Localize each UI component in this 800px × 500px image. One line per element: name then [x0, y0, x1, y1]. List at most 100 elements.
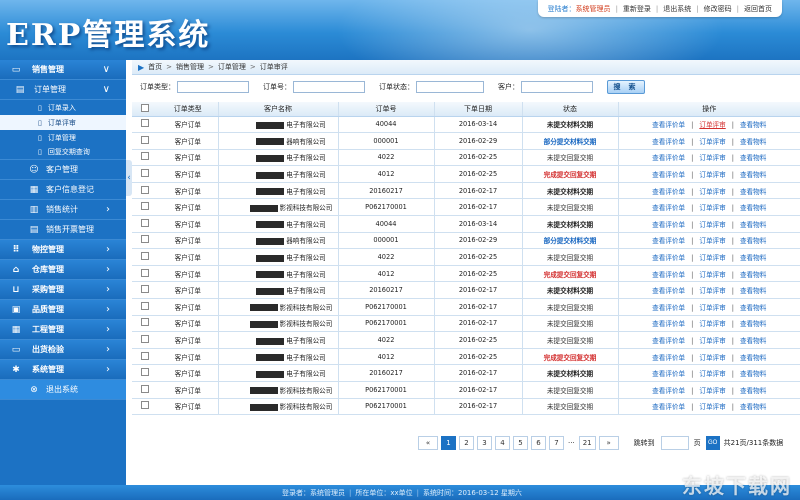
page-1-button[interactable]: 1: [441, 436, 456, 450]
row-checkbox[interactable]: [141, 384, 149, 393]
page-6-button[interactable]: 6: [531, 436, 546, 450]
sidebar-item-order-group[interactable]: ▤ 订单管理 ∨: [0, 80, 126, 100]
view-material-link[interactable]: 查看物料: [740, 154, 766, 162]
order-number-input[interactable]: [293, 81, 365, 93]
view-material-link[interactable]: 查看物料: [740, 403, 766, 411]
view-material-link[interactable]: 查看物料: [740, 254, 766, 262]
sidebar-item-engineering[interactable]: ▦ 工程管理 ›: [0, 320, 126, 340]
view-evaluation-link[interactable]: 查看评价单: [652, 221, 685, 229]
view-evaluation-link[interactable]: 查看评价单: [652, 121, 685, 129]
view-material-link[interactable]: 查看物料: [740, 271, 766, 279]
order-review-link[interactable]: 订单评审: [699, 287, 725, 295]
row-checkbox[interactable]: [141, 235, 149, 244]
select-all-checkbox[interactable]: [141, 103, 149, 112]
search-button[interactable]: 搜 索: [607, 80, 645, 94]
row-checkbox[interactable]: [141, 152, 149, 161]
sidebar-item-customer-register[interactable]: ▦ 客户信息登记: [0, 180, 126, 200]
order-type-input[interactable]: [177, 81, 249, 93]
view-material-link[interactable]: 查看物料: [740, 354, 766, 362]
breadcrumb-orders[interactable]: 订单管理: [218, 62, 246, 72]
view-evaluation-link[interactable]: 查看评价单: [652, 271, 685, 279]
view-material-link[interactable]: 查看物料: [740, 221, 766, 229]
view-material-link[interactable]: 查看物料: [740, 320, 766, 328]
view-evaluation-link[interactable]: 查看评价单: [652, 370, 685, 378]
order-review-link[interactable]: 订单评审: [699, 271, 725, 279]
view-material-link[interactable]: 查看物料: [740, 121, 766, 129]
view-evaluation-link[interactable]: 查看评价单: [652, 304, 685, 312]
view-material-link[interactable]: 查看物料: [740, 287, 766, 295]
order-review-link[interactable]: 订单评审: [699, 204, 725, 212]
sidebar-item-order-review[interactable]: ▯ 订单评审: [0, 115, 126, 130]
relogin-link[interactable]: 重新登录: [623, 4, 651, 14]
view-material-link[interactable]: 查看物料: [740, 337, 766, 345]
view-evaluation-link[interactable]: 查看评价单: [652, 204, 685, 212]
view-evaluation-link[interactable]: 查看评价单: [652, 337, 685, 345]
view-evaluation-link[interactable]: 查看评价单: [652, 254, 685, 262]
order-review-link[interactable]: 订单评审: [699, 354, 725, 362]
sidebar-item-purchase[interactable]: ⊔ 采购管理 ›: [0, 280, 126, 300]
view-evaluation-link[interactable]: 查看评价单: [652, 320, 685, 328]
row-checkbox[interactable]: [141, 335, 149, 344]
view-evaluation-link[interactable]: 查看评价单: [652, 138, 685, 146]
order-review-link[interactable]: 订单评审: [699, 154, 725, 162]
page-7-button[interactable]: 7: [549, 436, 564, 450]
breadcrumb-sales[interactable]: 销售管理: [176, 62, 204, 72]
sidebar-item-warehouse[interactable]: ⌂ 仓库管理 ›: [0, 260, 126, 280]
row-checkbox[interactable]: [141, 301, 149, 310]
order-review-link[interactable]: 订单评审: [699, 171, 725, 179]
row-checkbox[interactable]: [141, 218, 149, 227]
prev-page-button[interactable]: «: [418, 436, 438, 450]
home-link[interactable]: 返回首页: [744, 4, 772, 14]
view-material-link[interactable]: 查看物料: [740, 204, 766, 212]
go-button[interactable]: GO: [705, 436, 720, 450]
view-material-link[interactable]: 查看物料: [740, 304, 766, 312]
order-review-link[interactable]: 订单评审: [699, 320, 725, 328]
view-material-link[interactable]: 查看物料: [740, 370, 766, 378]
jump-page-input[interactable]: [660, 436, 689, 450]
order-review-link[interactable]: 订单评审: [699, 121, 725, 129]
page-last-button[interactable]: 21: [578, 436, 596, 450]
view-material-link[interactable]: 查看物料: [740, 237, 766, 245]
page-3-button[interactable]: 3: [477, 436, 492, 450]
view-evaluation-link[interactable]: 查看评价单: [652, 171, 685, 179]
page-5-button[interactable]: 5: [513, 436, 528, 450]
order-review-link[interactable]: 订单评审: [699, 337, 725, 345]
row-checkbox[interactable]: [141, 119, 149, 128]
order-status-input[interactable]: [416, 81, 484, 93]
exit-system-link[interactable]: 退出系统: [663, 4, 691, 14]
view-evaluation-link[interactable]: 查看评价单: [652, 403, 685, 411]
view-evaluation-link[interactable]: 查看评价单: [652, 237, 685, 245]
row-checkbox[interactable]: [141, 202, 149, 211]
change-password-link[interactable]: 修改密码: [704, 4, 732, 14]
view-material-link[interactable]: 查看物料: [740, 387, 766, 395]
order-review-link[interactable]: 订单评审: [699, 188, 725, 196]
view-evaluation-link[interactable]: 查看评价单: [652, 354, 685, 362]
row-checkbox[interactable]: [141, 318, 149, 327]
sidebar-item-system[interactable]: ✱ 系统管理 ›: [0, 360, 126, 380]
row-checkbox[interactable]: [141, 252, 149, 261]
order-review-link[interactable]: 订单评审: [699, 138, 725, 146]
order-review-link[interactable]: 订单评审: [699, 387, 725, 395]
view-material-link[interactable]: 查看物料: [740, 171, 766, 179]
view-material-link[interactable]: 查看物料: [740, 138, 766, 146]
sidebar-item-sales-invoice[interactable]: ▤ 销售开票管理: [0, 220, 126, 240]
row-checkbox[interactable]: [141, 268, 149, 277]
sidebar-item-shipping-check[interactable]: ▭ 出货检验 ›: [0, 340, 126, 360]
order-review-link[interactable]: 订单评审: [699, 237, 725, 245]
row-checkbox[interactable]: [141, 401, 149, 410]
row-checkbox[interactable]: [141, 368, 149, 377]
view-evaluation-link[interactable]: 查看评价单: [652, 154, 685, 162]
order-review-link[interactable]: 订单评审: [699, 221, 725, 229]
row-checkbox[interactable]: [141, 169, 149, 178]
page-2-button[interactable]: 2: [459, 436, 474, 450]
row-checkbox[interactable]: [141, 135, 149, 144]
sidebar-item-material[interactable]: ⠿ 物控管理 ›: [0, 240, 126, 260]
sidebar-item-customer-manage[interactable]: ☺ 客户管理: [0, 160, 126, 180]
order-review-link[interactable]: 订单评审: [699, 254, 725, 262]
row-checkbox[interactable]: [141, 285, 149, 294]
sidebar-item-logout[interactable]: ⊗ 退出系统: [0, 380, 126, 400]
row-checkbox[interactable]: [141, 185, 149, 194]
order-review-link[interactable]: 订单评审: [699, 370, 725, 378]
next-page-button[interactable]: »: [598, 436, 619, 450]
sidebar-item-quality[interactable]: ▣ 品质管理 ›: [0, 300, 126, 320]
